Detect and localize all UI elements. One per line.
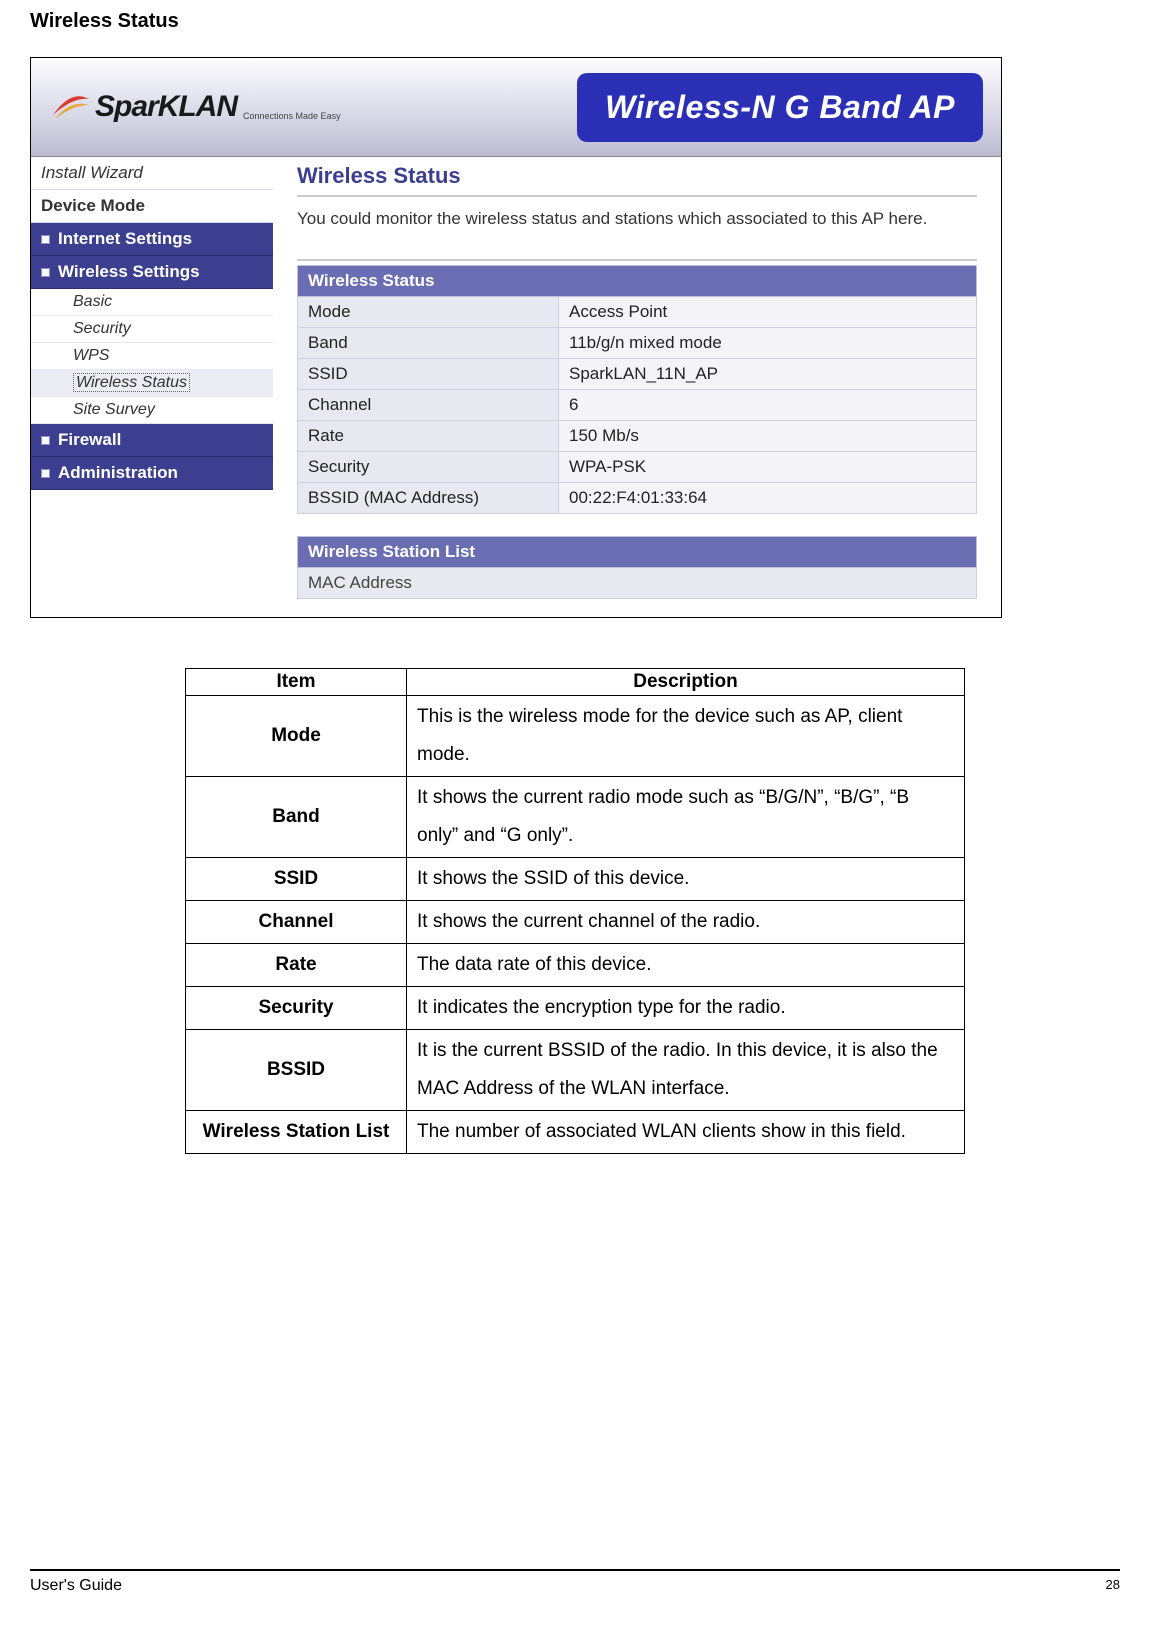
cell-label: Mode	[298, 296, 559, 327]
cell-desc: The data rate of this device.	[407, 944, 965, 987]
expand-icon	[41, 268, 50, 277]
logo-text: SparKLAN	[95, 90, 237, 124]
logo: SparKLAN Connections Made Easy	[49, 85, 341, 129]
cell-label: Security	[298, 451, 559, 482]
cell-value: 11b/g/n mixed mode	[559, 327, 977, 358]
sidebar-cat-internet-settings[interactable]: Internet Settings	[31, 223, 273, 256]
cell-value: Access Point	[559, 296, 977, 327]
table-row: Band11b/g/n mixed mode	[298, 327, 977, 358]
table-row: Wireless Station ListThe number of assoc…	[186, 1111, 965, 1154]
cell-label: Channel	[298, 389, 559, 420]
sidebar-sub-site-survey[interactable]: Site Survey	[31, 397, 273, 424]
sidebar-label: Internet Settings	[58, 229, 192, 249]
table-row: Rate150 Mb/s	[298, 420, 977, 451]
page-desc: You could monitor the wireless status an…	[297, 207, 977, 231]
logo-tagline: Connections Made Easy	[243, 111, 341, 121]
cell-item: Channel	[186, 901, 407, 944]
sidebar-sub-wps[interactable]: WPS	[31, 343, 273, 370]
table-row: BandIt shows the current radio mode such…	[186, 777, 965, 858]
sidebar-item-install-wizard[interactable]: Install Wizard	[31, 157, 273, 190]
cell-value: 00:22:F4:01:33:64	[559, 482, 977, 513]
col-header-description: Description	[407, 669, 965, 696]
logo-swoop-icon	[49, 85, 93, 129]
wireless-status-table: Wireless Status ModeAccess Point Band11b…	[297, 265, 977, 514]
app-screenshot: SparKLAN Connections Made Easy Wireless-…	[30, 57, 1002, 618]
col-header-item: Item	[186, 669, 407, 696]
sidebar: Install Wizard Device Mode Internet Sett…	[31, 157, 273, 617]
sidebar-label: Firewall	[58, 430, 121, 450]
sidebar-sub-wireless-status[interactable]: Wireless Status	[31, 370, 273, 397]
sidebar-cat-administration[interactable]: Administration	[31, 457, 273, 490]
cell-item: Security	[186, 987, 407, 1030]
expand-icon	[41, 235, 50, 244]
table-row: Channel6	[298, 389, 977, 420]
cell-item: SSID	[186, 858, 407, 901]
table-row: SecurityIt indicates the encryption type…	[186, 987, 965, 1030]
wireless-station-list-table: Wireless Station List MAC Address	[297, 536, 977, 599]
expand-icon	[41, 436, 50, 445]
cell-desc: It is the current BSSID of the radio. In…	[407, 1030, 965, 1111]
main-content: Wireless Status You could monitor the wi…	[273, 157, 1001, 617]
table-header: Wireless Status	[298, 265, 977, 296]
sidebar-cat-wireless-settings[interactable]: Wireless Settings	[31, 256, 273, 289]
sidebar-item-device-mode[interactable]: Device Mode	[31, 190, 273, 223]
page-number: 28	[1106, 1577, 1120, 1595]
cell-value: SparkLAN_11N_AP	[559, 358, 977, 389]
sidebar-label: Wireless Settings	[58, 262, 200, 282]
cell-label: SSID	[298, 358, 559, 389]
cell-desc: It shows the SSID of this device.	[407, 858, 965, 901]
table-row: BSSID (MAC Address)00:22:F4:01:33:64	[298, 482, 977, 513]
page-title: Wireless Status	[297, 163, 977, 197]
table-row: ModeThis is the wireless mode for the de…	[186, 696, 965, 777]
cell-label: BSSID (MAC Address)	[298, 482, 559, 513]
table-row: SecurityWPA-PSK	[298, 451, 977, 482]
sidebar-sub-security[interactable]: Security	[31, 316, 273, 343]
table-column-header: MAC Address	[298, 567, 977, 598]
cell-value: 150 Mb/s	[559, 420, 977, 451]
cell-item: Wireless Station List	[186, 1111, 407, 1154]
table-row: SSIDIt shows the SSID of this device.	[186, 858, 965, 901]
app-banner: SparKLAN Connections Made Easy Wireless-…	[31, 58, 1001, 157]
cell-desc: The number of associated WLAN clients sh…	[407, 1111, 965, 1154]
cell-label: Rate	[298, 420, 559, 451]
table-header: Wireless Station List	[298, 536, 977, 567]
cell-value: WPA-PSK	[559, 451, 977, 482]
divider	[297, 259, 977, 261]
page-footer: User's Guide 28	[30, 1569, 1120, 1595]
sidebar-label: Administration	[58, 463, 178, 483]
table-row: ChannelIt shows the current channel of t…	[186, 901, 965, 944]
table-row: ModeAccess Point	[298, 296, 977, 327]
cell-item: BSSID	[186, 1030, 407, 1111]
sidebar-cat-firewall[interactable]: Firewall	[31, 424, 273, 457]
cell-value: 6	[559, 389, 977, 420]
table-row: BSSIDIt is the current BSSID of the radi…	[186, 1030, 965, 1111]
cell-desc: It shows the current channel of the radi…	[407, 901, 965, 944]
sidebar-label: Wireless Status	[73, 373, 190, 392]
table-row: RateThe data rate of this device.	[186, 944, 965, 987]
table-row: SSIDSparkLAN_11N_AP	[298, 358, 977, 389]
cell-item: Band	[186, 777, 407, 858]
sidebar-sub-basic[interactable]: Basic	[31, 289, 273, 316]
description-table: Item Description ModeThis is the wireles…	[185, 668, 965, 1154]
cell-label: Band	[298, 327, 559, 358]
cell-desc: This is the wireless mode for the device…	[407, 696, 965, 777]
cell-desc: It indicates the encryption type for the…	[407, 987, 965, 1030]
cell-desc: It shows the current radio mode such as …	[407, 777, 965, 858]
section-title: Wireless Status	[30, 10, 1120, 33]
expand-icon	[41, 469, 50, 478]
cell-item: Rate	[186, 944, 407, 987]
footer-left: User's Guide	[30, 1577, 122, 1595]
banner-headline: Wireless-N G Band AP	[577, 73, 983, 142]
cell-item: Mode	[186, 696, 407, 777]
